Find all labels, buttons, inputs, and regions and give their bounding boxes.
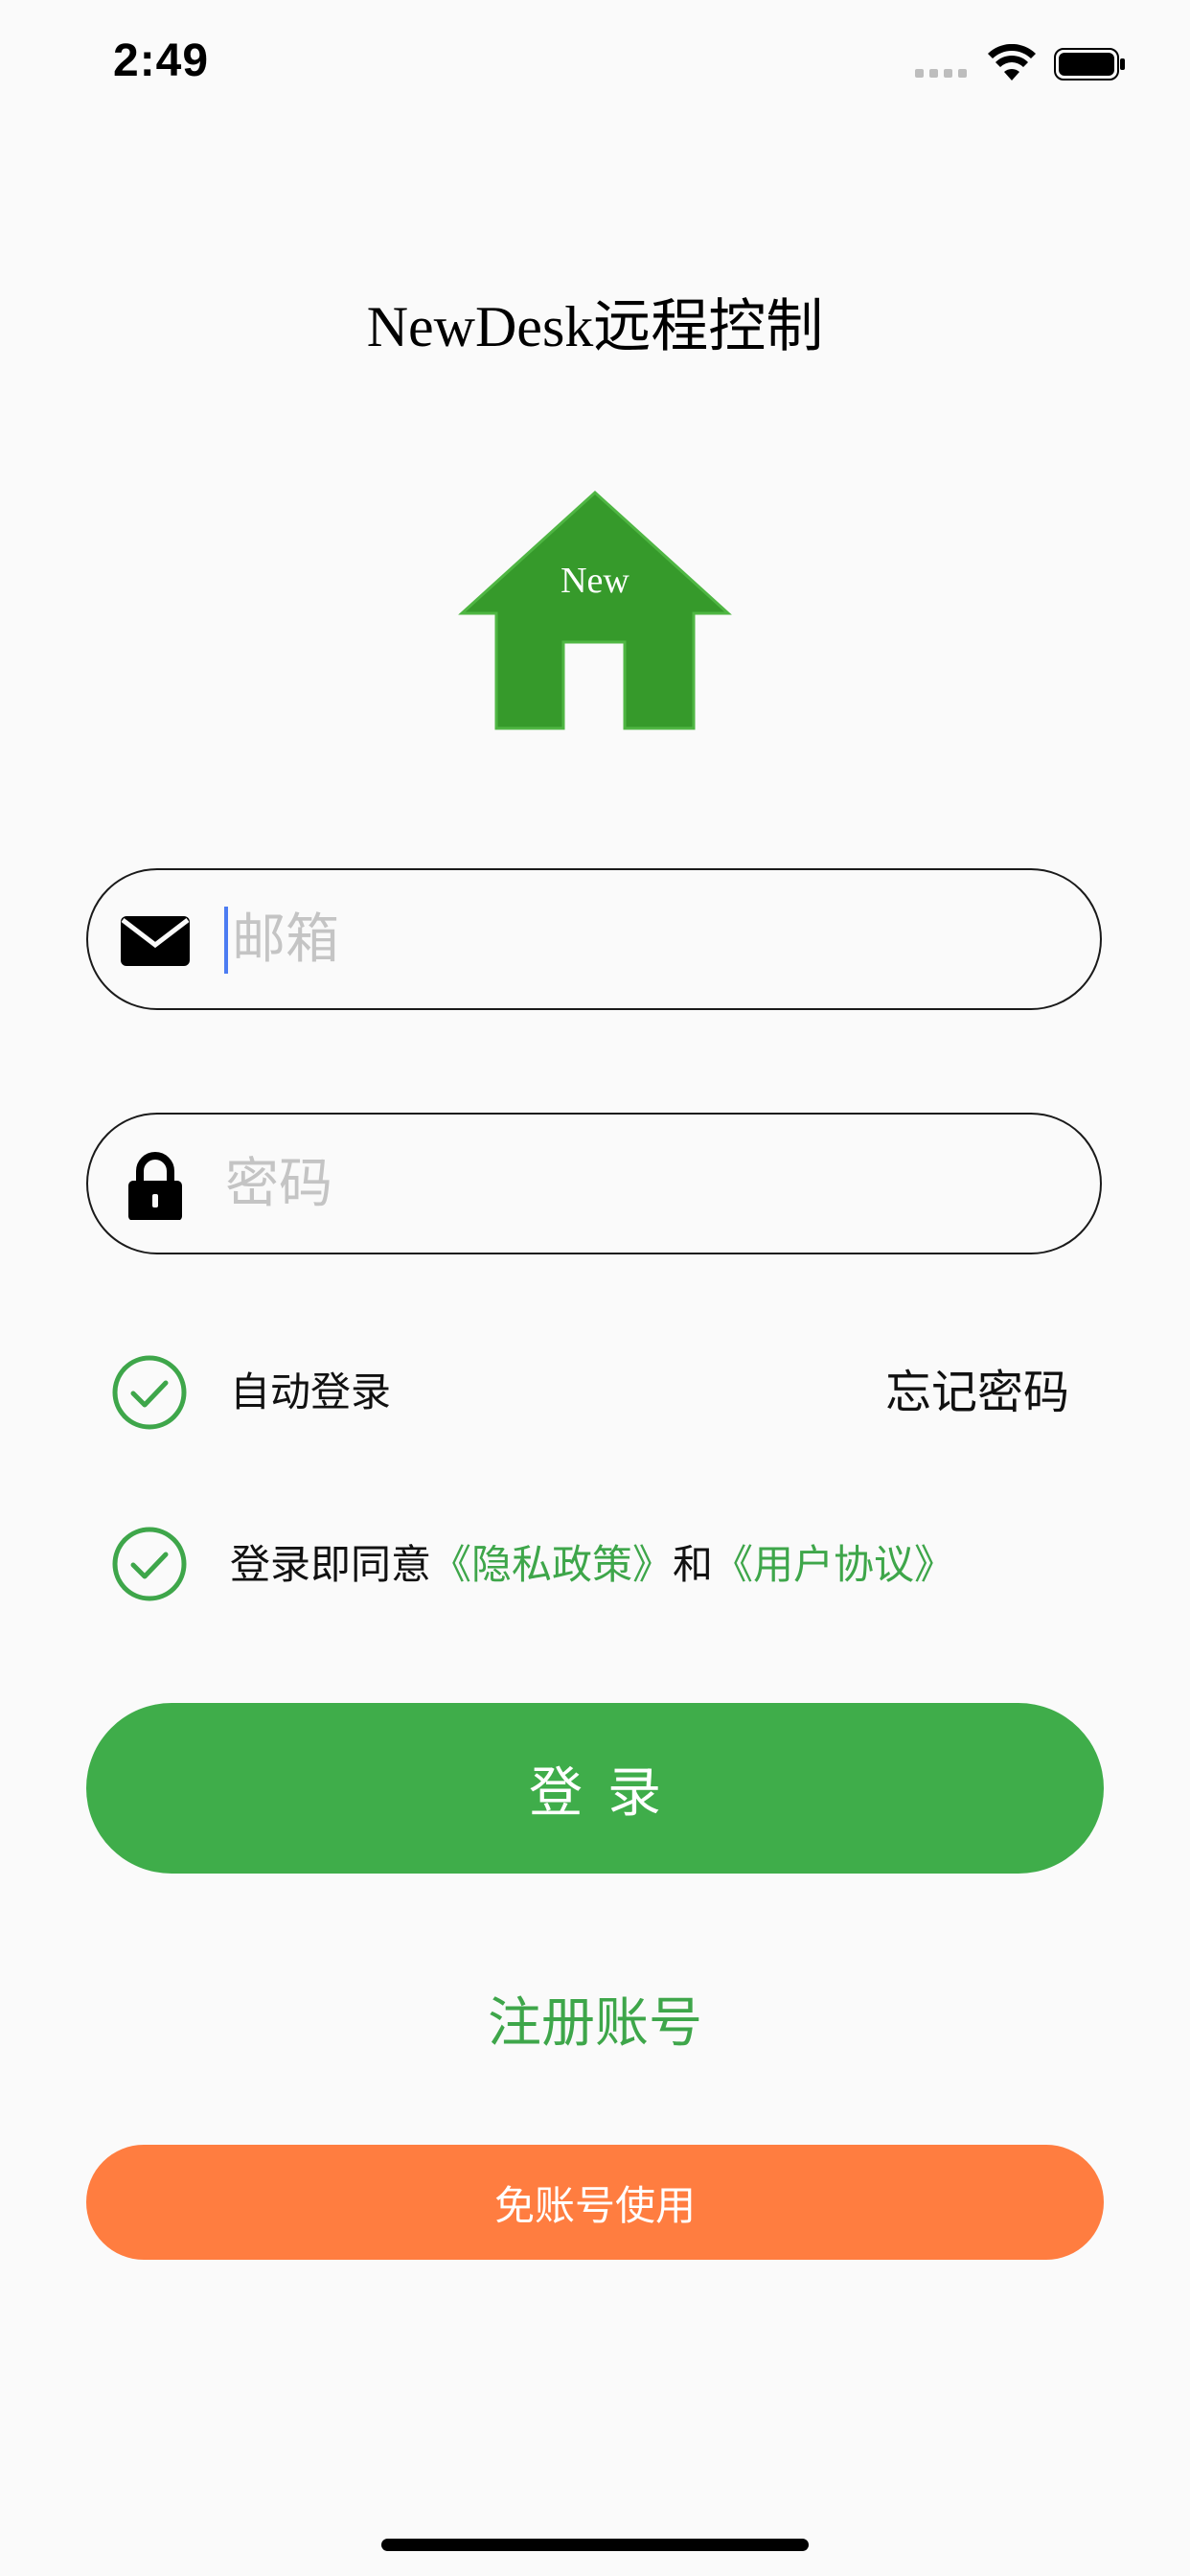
agreement-text: 登录即同意《隐私政策》和《用户协议》 <box>230 1536 954 1594</box>
privacy-policy-link[interactable]: 《隐私政策》 <box>431 1541 673 1588</box>
email-placeholder: 邮箱 <box>232 908 339 971</box>
app-title: NewDesk远程控制 <box>366 295 824 358</box>
status-time: 2:49 <box>113 35 210 86</box>
house-logo-icon: New <box>458 491 732 730</box>
agreement-prefix: 登录即同意 <box>230 1541 432 1588</box>
agreement-checkbox[interactable] <box>111 1526 188 1602</box>
wifi-icon <box>988 44 1036 80</box>
auto-login-checkbox[interactable] <box>111 1354 188 1431</box>
forgot-password-link[interactable]: 忘记密码 <box>885 1363 1069 1422</box>
home-indicator[interactable] <box>381 2539 809 2551</box>
login-screen: 2:49 NewDesk远程控制 New 邮箱 密码 自动登录 忘记密码 登录即… <box>0 0 1190 2576</box>
lock-icon <box>128 1152 182 1220</box>
text-caret <box>224 907 228 974</box>
battery-icon <box>1054 48 1125 80</box>
auto-login-label: 自动登录 <box>230 1368 392 1415</box>
guest-login-button[interactable]: 免账号使用 <box>86 2145 1104 2260</box>
envelope-icon <box>121 916 190 966</box>
cellular-signal-icon <box>915 69 967 78</box>
register-link[interactable]: 注册账号 <box>0 1990 1190 2058</box>
agreement-conjunction: 和 <box>673 1541 714 1588</box>
user-agreement-link[interactable]: 《用户协议》 <box>713 1541 954 1588</box>
login-button[interactable]: 登录 <box>86 1703 1104 1874</box>
password-field[interactable]: 密码 <box>86 1113 1102 1254</box>
email-field[interactable]: 邮箱 <box>86 868 1102 1010</box>
password-placeholder: 密码 <box>225 1153 332 1215</box>
logo-text: New <box>561 561 629 601</box>
